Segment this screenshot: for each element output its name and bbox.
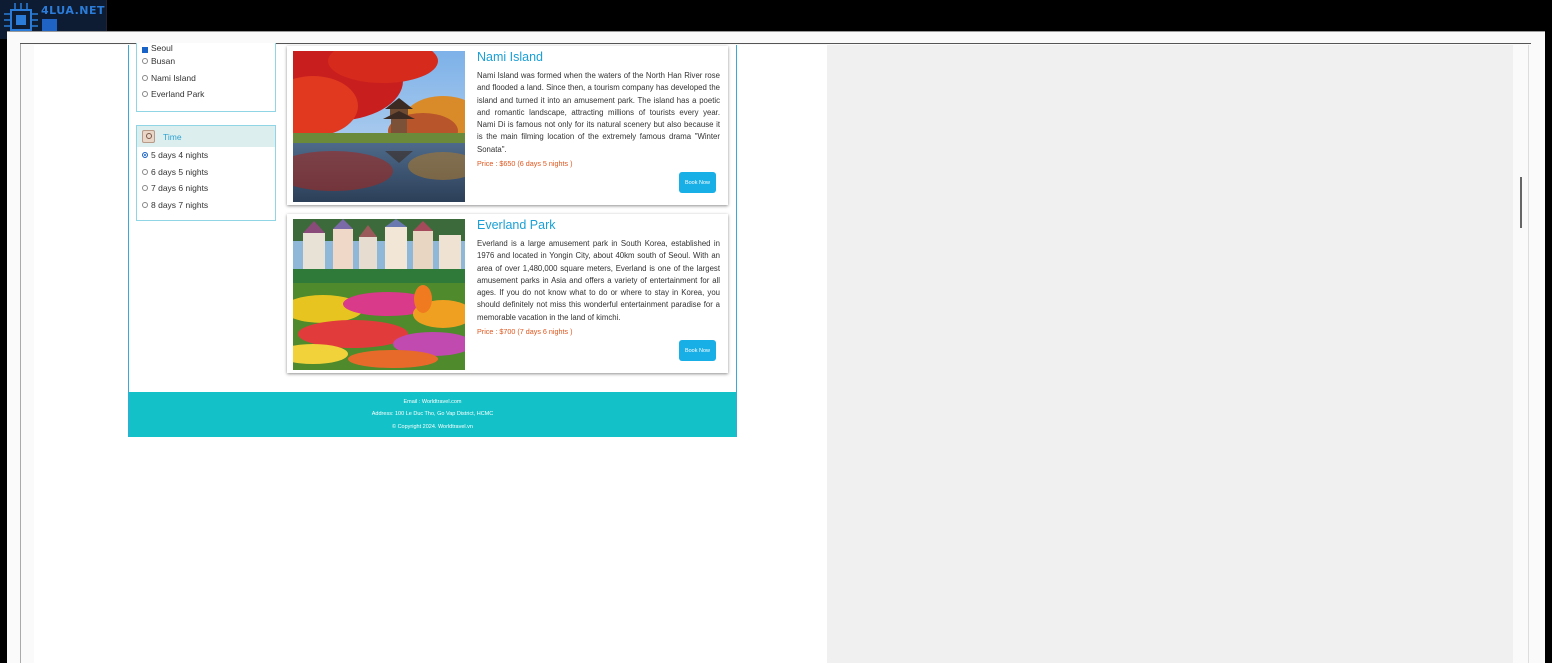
frame-right	[1528, 45, 1529, 663]
time-option-7d6n[interactable]: 7 days 6 nights	[137, 180, 275, 197]
time-option-6d5n[interactable]: 6 days 5 nights	[137, 164, 275, 181]
watermark-text: 4LUA.NET	[41, 4, 105, 17]
tour-card-nami-island: Nami Island Nami Island was formed when …	[287, 46, 728, 205]
radio-icon[interactable]	[142, 168, 148, 175]
location-option-label: Nami Island	[151, 72, 196, 83]
time-option-label: 5 days 4 nights	[151, 150, 209, 161]
tour-image-everland-park	[293, 219, 465, 370]
radio-icon[interactable]	[142, 58, 148, 65]
tour-title[interactable]: Everland Park	[477, 218, 556, 232]
time-option-8d7n[interactable]: 8 days 7 nights	[137, 197, 275, 214]
location-option-busan[interactable]: Busan	[137, 53, 275, 70]
location-filter: Seoul Busan Nami Island Everland Park	[136, 43, 276, 112]
empty-area	[827, 45, 1513, 663]
book-now-button[interactable]: Book Now	[679, 340, 716, 361]
tour-price: Price : $650 (6 days 5 nights )	[477, 159, 573, 168]
location-option-seoul[interactable]: Seoul	[137, 43, 275, 53]
time-filter-header: Time	[137, 126, 275, 147]
frame-left	[20, 44, 21, 663]
radio-icon[interactable]	[142, 74, 148, 81]
time-filter: Time 5 days 4 nights 6 days 5 nights 7 d…	[136, 125, 276, 221]
location-option-label: Everland Park	[151, 89, 205, 100]
radio-icon[interactable]	[142, 202, 148, 209]
footer-address: Address: 100 Le Duc Tho, Go Vap District…	[371, 411, 494, 418]
footer-copyright: © Copyright 2024. Worldtravel.vn	[392, 423, 473, 430]
tour-card-everland-park: Everland Park Everland is a large amusem…	[287, 214, 728, 373]
time-option-label: 7 days 6 nights	[151, 183, 209, 194]
radio-icon[interactable]	[142, 91, 148, 98]
tour-description: Everland is a large amusement park in So…	[477, 239, 720, 322]
tour-title[interactable]: Nami Island	[477, 50, 543, 64]
tour-price: Price : $700 (7 days 6 nights )	[477, 327, 573, 336]
location-option-everland-park[interactable]: Everland Park	[137, 86, 275, 103]
time-filter-title: Time	[163, 131, 182, 142]
location-option-nami-island[interactable]: Nami Island	[137, 70, 275, 87]
time-option-label: 8 days 7 nights	[151, 200, 209, 211]
radio-icon[interactable]	[142, 185, 148, 192]
radio-selected-icon[interactable]	[142, 152, 148, 159]
tour-image-nami-island	[293, 51, 465, 202]
book-now-button[interactable]: Book Now	[679, 172, 716, 193]
browser-viewport: Seoul Busan Nami Island Everland Park Ti…	[7, 31, 1545, 663]
location-option-label: Busan	[151, 56, 176, 67]
clock-icon	[142, 130, 155, 143]
location-option-label: Seoul	[151, 43, 173, 53]
checkbox-icon[interactable]	[142, 47, 148, 53]
tour-description: Nami Island was formed when the waters o…	[477, 71, 720, 154]
time-option-5d4n[interactable]: 5 days 4 nights	[137, 147, 275, 164]
website-container: Seoul Busan Nami Island Everland Park Ti…	[128, 43, 737, 437]
footer-email: Email : Worldtravel.com	[403, 399, 462, 405]
scrollbar-thumb[interactable]	[1520, 177, 1522, 228]
site-footer: Email : Worldtravel.com Address: 100 Le …	[129, 392, 736, 437]
time-option-label: 6 days 5 nights	[151, 166, 209, 177]
